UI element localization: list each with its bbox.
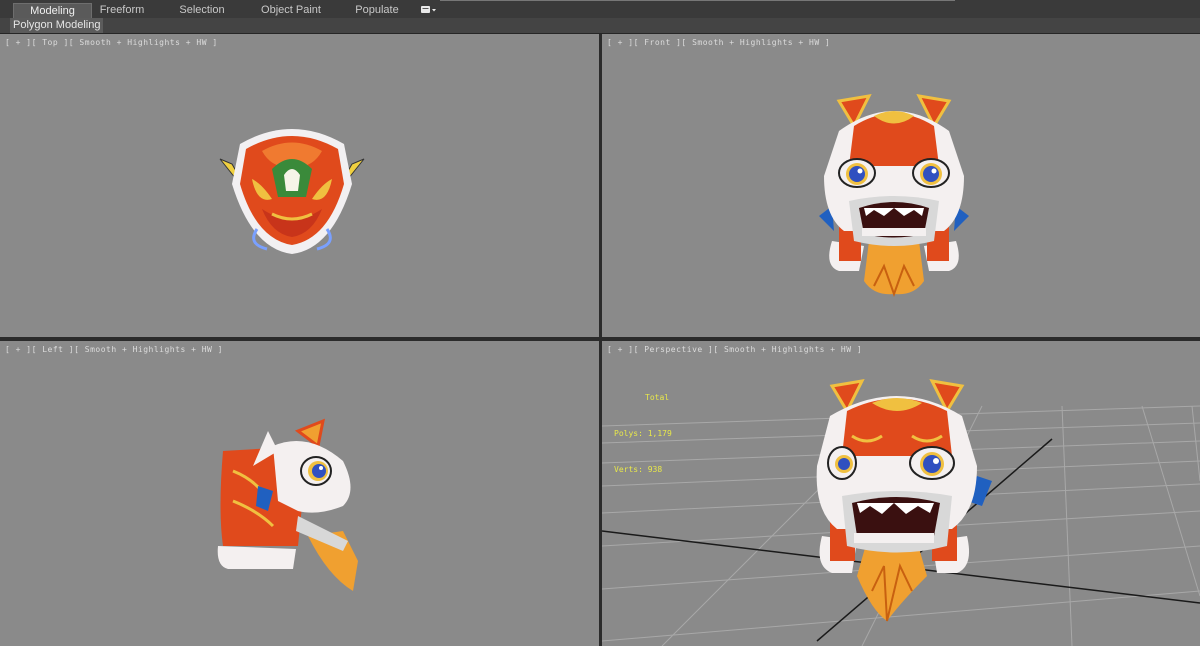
window-dropdown-icon[interactable]	[420, 4, 438, 15]
lion-head-model-front	[819, 94, 969, 297]
polygon-modeling-button[interactable]: Polygon Modeling	[10, 18, 104, 33]
lion-head-model-top	[219, 129, 365, 254]
viewport-perspective[interactable]: [ + ][ Perspective ][ Smooth + Highlight…	[602, 341, 1200, 646]
tab-selection[interactable]: Selection	[176, 3, 228, 17]
viewport-top[interactable]: [ + ][ Top ][ Smooth + Highlights + HW ]	[0, 34, 599, 337]
lion-head-model-left	[217, 418, 358, 591]
perspective-scene	[602, 379, 1200, 646]
tab-populate[interactable]: Populate	[352, 3, 402, 17]
polygon-modeling-bar: Polygon Modeling	[0, 18, 1200, 34]
tab-object-paint[interactable]: Object Paint	[258, 3, 324, 17]
viewport-left[interactable]: [ + ][ Left ][ Smooth + Highlights + HW …	[0, 341, 599, 646]
ribbon-divider	[440, 0, 955, 1]
tab-freeform[interactable]: Freeform	[96, 3, 148, 17]
tab-modeling[interactable]: Modeling	[13, 3, 92, 18]
viewport-front[interactable]: [ + ][ Front ][ Smooth + Highlights + HW…	[602, 34, 1200, 337]
ribbon-tabs: Modeling Freeform Selection Object Paint…	[0, 0, 1200, 19]
